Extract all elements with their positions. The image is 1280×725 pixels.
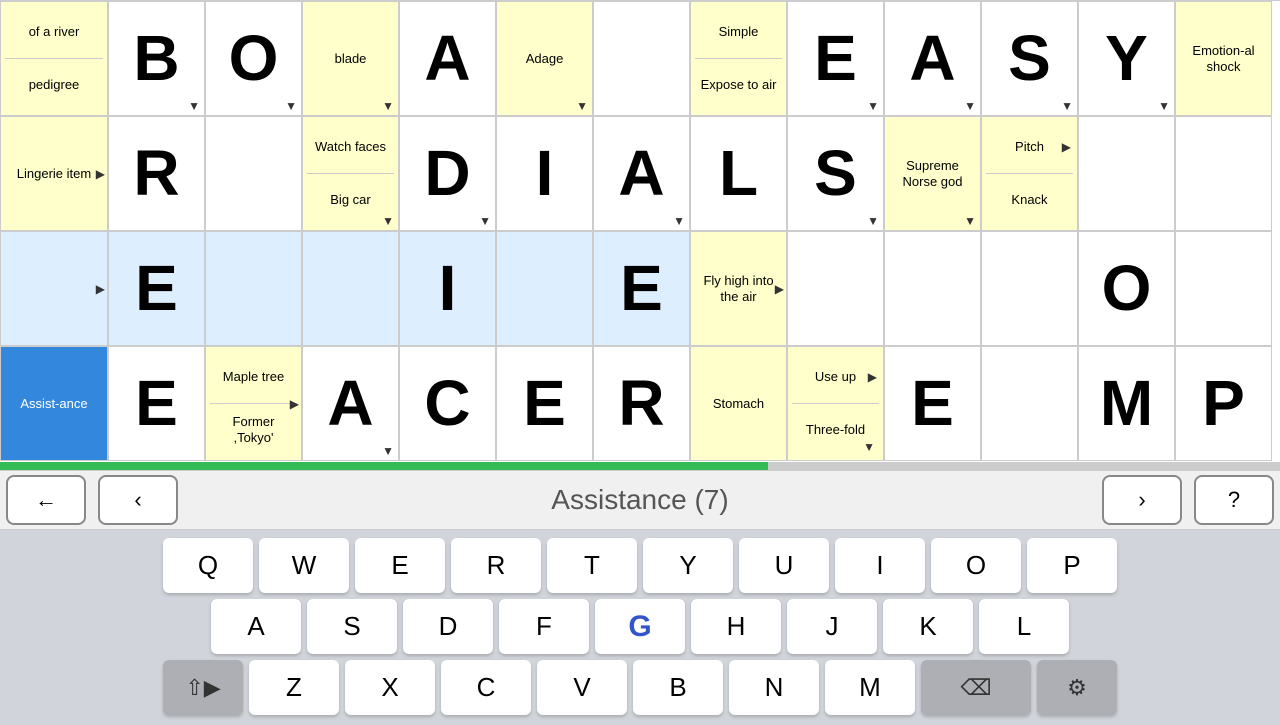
progress-bar	[0, 462, 768, 470]
key-t[interactable]: T	[547, 538, 637, 593]
key-y[interactable]: Y	[643, 538, 733, 593]
key-p[interactable]: P	[1027, 538, 1117, 593]
cell-m[interactable]: M	[1078, 346, 1175, 461]
cell-empty-r3c6	[496, 231, 593, 346]
clue-maple-tokyo: Maple tree Former ,Tokyo'	[205, 346, 302, 461]
bottom-bar: ← ‹ Assistance (7) › ?	[0, 470, 1280, 530]
cell-s1[interactable]: S	[981, 1, 1078, 116]
key-r[interactable]: R	[451, 538, 541, 593]
cell-o[interactable]: O	[205, 1, 302, 116]
keyboard-row-2: A S D F G H J K L	[0, 599, 1280, 654]
key-e[interactable]: E	[355, 538, 445, 593]
cell-empty-r3c9	[787, 231, 884, 346]
clue-use-up-threefold: Use up Three-fold	[787, 346, 884, 461]
help-btn[interactable]: ?	[1194, 475, 1274, 525]
clue-fly-high: Fly high into the air	[690, 231, 787, 346]
cell-p[interactable]: P	[1175, 346, 1272, 461]
key-w[interactable]: W	[259, 538, 349, 593]
keyboard-row-1: Q W E R T Y U I O P	[0, 538, 1280, 593]
keyboard-row-3: ⇧▶ Z X C V B N M ⌫ ⚙	[0, 660, 1280, 715]
cell-e5[interactable]: E	[496, 346, 593, 461]
key-x[interactable]: X	[345, 660, 435, 715]
key-shift[interactable]: ⇧▶	[163, 660, 243, 715]
cell-s2[interactable]: S	[787, 116, 884, 231]
cell-empty-r2c3	[205, 116, 302, 231]
key-j[interactable]: J	[787, 599, 877, 654]
key-f[interactable]: F	[499, 599, 589, 654]
key-s[interactable]: S	[307, 599, 397, 654]
cell-e6[interactable]: E	[884, 346, 981, 461]
cell-y[interactable]: Y	[1078, 1, 1175, 116]
key-d[interactable]: D	[403, 599, 493, 654]
clue-stomach: Stomach	[690, 346, 787, 461]
key-z[interactable]: Z	[249, 660, 339, 715]
cell-l[interactable]: L	[690, 116, 787, 231]
clue-lingerie: Lingerie item	[0, 116, 108, 231]
cell-c[interactable]: C	[399, 346, 496, 461]
cell-b[interactable]: B	[108, 1, 205, 116]
cell-empty-r3c3	[205, 231, 302, 346]
cell-empty-r3c13	[1175, 231, 1272, 346]
cell-r1[interactable]: R	[108, 116, 205, 231]
clue-assistance[interactable]: Assist-ance	[0, 346, 108, 461]
crossword-grid: of a river pedigree B O blade A Adage Si…	[0, 0, 1280, 462]
clue-adage: Adage	[496, 1, 593, 116]
key-q[interactable]: Q	[163, 538, 253, 593]
cell-i1[interactable]: I	[496, 116, 593, 231]
cell-a4[interactable]: A	[302, 346, 399, 461]
cell-e1[interactable]: E	[787, 1, 884, 116]
key-h[interactable]: H	[691, 599, 781, 654]
keyboard: Q W E R T Y U I O P A S D F G H J K L ⇧▶…	[0, 530, 1280, 725]
cell-e4[interactable]: E	[108, 346, 205, 461]
key-i[interactable]: I	[835, 538, 925, 593]
cell-a3[interactable]: A	[593, 116, 690, 231]
key-l[interactable]: L	[979, 599, 1069, 654]
progress-bar-container	[0, 462, 1280, 470]
key-a[interactable]: A	[211, 599, 301, 654]
key-b[interactable]: B	[633, 660, 723, 715]
cell-i2[interactable]: I	[399, 231, 496, 346]
cell-e2[interactable]: E	[108, 231, 205, 346]
cell-empty-r3c10	[884, 231, 981, 346]
cell-e3[interactable]: E	[593, 231, 690, 346]
assistance-label: Assistance (7)	[184, 484, 1096, 516]
cell-a2[interactable]: A	[884, 1, 981, 116]
key-o[interactable]: O	[931, 538, 1021, 593]
cell-empty-r4c11	[981, 346, 1078, 461]
prev-btn[interactable]: ‹	[98, 475, 178, 525]
clue-watch-bigcar: Watch faces Big car	[302, 116, 399, 231]
cell-empty-r3c1	[0, 231, 108, 346]
key-backspace[interactable]: ⌫	[921, 660, 1031, 715]
key-v[interactable]: V	[537, 660, 627, 715]
cell-empty-r2c12	[1078, 116, 1175, 231]
cell-empty-r1c7	[593, 1, 690, 116]
key-m[interactable]: M	[825, 660, 915, 715]
cell-o2[interactable]: O	[1078, 231, 1175, 346]
clue-simple-expose: Simple Expose to air	[690, 1, 787, 116]
key-c[interactable]: C	[441, 660, 531, 715]
cell-empty-r2c13	[1175, 116, 1272, 231]
cell-d[interactable]: D	[399, 116, 496, 231]
key-k[interactable]: K	[883, 599, 973, 654]
key-n[interactable]: N	[729, 660, 819, 715]
cell-a[interactable]: A	[399, 1, 496, 116]
back-btn[interactable]: ←	[6, 475, 86, 525]
key-settings[interactable]: ⚙	[1037, 660, 1117, 715]
next-btn[interactable]: ›	[1102, 475, 1182, 525]
clue-pitch-knack: Pitch Knack	[981, 116, 1078, 231]
key-g[interactable]: G	[595, 599, 685, 654]
cell-empty-r3c4	[302, 231, 399, 346]
cell-r2[interactable]: R	[593, 346, 690, 461]
clue-of-a-river: of a river pedigree	[0, 1, 108, 116]
clue-emotional-shock: Emotion-al shock	[1175, 1, 1272, 116]
cell-empty-r3c11	[981, 231, 1078, 346]
key-u[interactable]: U	[739, 538, 829, 593]
clue-supreme-norse: Supreme Norse god	[884, 116, 981, 231]
clue-blade: blade	[302, 1, 399, 116]
